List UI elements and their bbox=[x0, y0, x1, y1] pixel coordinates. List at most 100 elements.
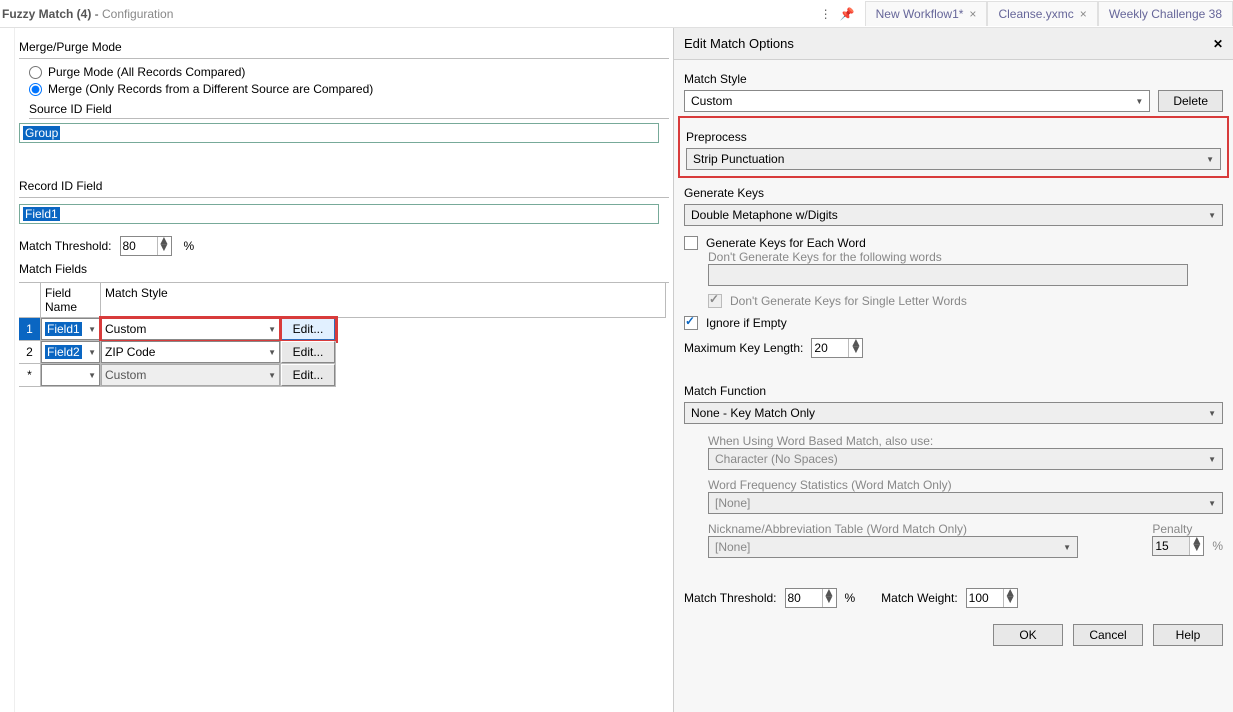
matchstyle-value: Custom bbox=[105, 322, 146, 336]
close-icon[interactable]: × bbox=[969, 7, 976, 21]
col-fieldname: Field Name bbox=[41, 283, 101, 318]
row-num[interactable]: * bbox=[19, 364, 41, 387]
nickname-value: [None] bbox=[715, 540, 750, 554]
col-matchstyle: Match Style bbox=[101, 283, 666, 318]
match-threshold-input[interactable] bbox=[121, 237, 157, 255]
single-letter-label: Don't Generate Keys for Single Letter Wo… bbox=[730, 294, 967, 308]
chevron-down-icon[interactable]: ▼ bbox=[823, 596, 836, 603]
wordfreq-label: Word Frequency Statistics (Word Match On… bbox=[708, 478, 1223, 492]
tool-title: Fuzzy Match (4) bbox=[2, 7, 91, 21]
recordid-label: Record ID Field bbox=[19, 179, 669, 193]
row-num[interactable]: 1 bbox=[19, 318, 41, 341]
chevron-down-icon[interactable]: ▼ bbox=[1135, 97, 1143, 106]
word-based-label: When Using Word Based Match, also use: bbox=[708, 434, 1223, 448]
percent-label: % bbox=[184, 239, 195, 253]
gen-each-word-label: Generate Keys for Each Word bbox=[706, 236, 866, 250]
close-icon[interactable]: ✕ bbox=[1213, 37, 1223, 51]
fieldname-value: Field1 bbox=[45, 322, 82, 336]
matchstyle-combo[interactable]: ZIP Code ▼ bbox=[101, 341, 280, 363]
radio-input[interactable] bbox=[29, 66, 42, 79]
ok-button[interactable]: OK bbox=[993, 624, 1063, 646]
max-key-length-spinner[interactable]: ▲▼ bbox=[811, 338, 863, 358]
chevron-down-icon[interactable]: ▼ bbox=[268, 371, 276, 380]
nickname-label: Nickname/Abbreviation Table (Word Match … bbox=[708, 522, 1144, 536]
chevron-down-icon[interactable]: ▼ bbox=[1208, 409, 1216, 418]
gen-each-word-checkbox[interactable] bbox=[684, 236, 698, 250]
chevron-down-icon: ▼ bbox=[1208, 455, 1216, 464]
penalty-input bbox=[1153, 537, 1189, 555]
match-function-combo[interactable]: None - Key Match Only ▼ bbox=[684, 402, 1223, 424]
workflow-tab[interactable]: New Workflow1* × bbox=[865, 1, 988, 26]
mw-spinner[interactable]: ▲▼ bbox=[966, 588, 1018, 608]
matchstyle-combo[interactable]: Custom ▼ bbox=[101, 318, 280, 340]
percent-label: % bbox=[1212, 539, 1223, 553]
match-threshold-label: Match Threshold: bbox=[19, 239, 112, 253]
sourceid-value: Group bbox=[23, 126, 60, 140]
wordfreq-value: [None] bbox=[715, 496, 750, 510]
row-num[interactable]: 2 bbox=[19, 341, 41, 364]
panel-rail[interactable] bbox=[0, 28, 15, 712]
kebab-icon[interactable]: ⋮ bbox=[820, 7, 832, 21]
match-threshold-spinner[interactable]: ▲▼ bbox=[120, 236, 172, 256]
fieldname-combo[interactable]: ▼ bbox=[41, 364, 100, 386]
matchstyle-combo[interactable]: Custom ▼ bbox=[101, 364, 280, 386]
max-key-length-input[interactable] bbox=[812, 339, 848, 357]
preprocess-value: Strip Punctuation bbox=[693, 152, 784, 166]
match-function-label: Match Function bbox=[684, 384, 1223, 398]
sourceid-label: Source ID Field bbox=[29, 102, 669, 116]
dialog-title: Edit Match Options bbox=[684, 36, 794, 51]
edit-button[interactable]: Edit... bbox=[281, 318, 335, 340]
generate-keys-combo[interactable]: Double Metaphone w/Digits ▼ bbox=[684, 204, 1223, 226]
close-icon[interactable]: × bbox=[1080, 7, 1087, 21]
chevron-down-icon[interactable]: ▼ bbox=[1004, 596, 1017, 603]
radio-input[interactable] bbox=[29, 83, 42, 96]
ignore-empty-checkbox[interactable] bbox=[684, 316, 698, 330]
generate-keys-value: Double Metaphone w/Digits bbox=[691, 208, 838, 222]
mth-input[interactable] bbox=[786, 589, 822, 607]
match-style-combo[interactable]: Custom ▼ bbox=[684, 90, 1150, 112]
workflow-tab[interactable]: Cleanse.yxmc × bbox=[987, 1, 1097, 26]
matchstyle-value: Custom bbox=[105, 368, 146, 382]
radio-label: Purge Mode (All Records Compared) bbox=[48, 65, 245, 79]
chevron-down-icon[interactable]: ▼ bbox=[268, 348, 276, 357]
ignore-empty-label: Ignore if Empty bbox=[706, 316, 787, 330]
cancel-button[interactable]: Cancel bbox=[1073, 624, 1143, 646]
penalty-spinner: ▲▼ bbox=[1152, 536, 1204, 556]
preprocess-combo[interactable]: Strip Punctuation ▼ bbox=[686, 148, 1221, 170]
preprocess-label: Preprocess bbox=[686, 130, 1221, 144]
chevron-down-icon[interactable]: ▼ bbox=[88, 348, 96, 357]
radio-merge[interactable]: Merge (Only Records from a Different Sou… bbox=[29, 82, 669, 96]
word-based-value: Character (No Spaces) bbox=[715, 452, 838, 466]
dont-generate-input bbox=[708, 264, 1188, 286]
matchstyle-value: ZIP Code bbox=[105, 345, 155, 359]
chevron-down-icon: ▼ bbox=[1190, 544, 1203, 551]
nickname-combo: [None]▼ bbox=[708, 536, 1078, 558]
delete-button[interactable]: Delete bbox=[1158, 90, 1223, 112]
chevron-down-icon[interactable]: ▼ bbox=[1208, 211, 1216, 220]
dont-generate-label: Don't Generate Keys for the following wo… bbox=[708, 250, 1223, 264]
workflow-tab[interactable]: Weekly Challenge 38 bbox=[1098, 1, 1233, 26]
help-button[interactable]: Help bbox=[1153, 624, 1223, 646]
match-style-value: Custom bbox=[691, 94, 732, 108]
col-rownum bbox=[19, 283, 41, 318]
chevron-down-icon[interactable]: ▼ bbox=[88, 325, 96, 334]
edit-button[interactable]: Edit... bbox=[281, 364, 335, 386]
chevron-down-icon[interactable]: ▼ bbox=[1206, 155, 1214, 164]
mw-input[interactable] bbox=[967, 589, 1003, 607]
edit-button[interactable]: Edit... bbox=[281, 341, 335, 363]
radio-label: Merge (Only Records from a Different Sou… bbox=[48, 82, 373, 96]
chevron-down-icon[interactable]: ▼ bbox=[88, 371, 96, 380]
fieldname-combo[interactable]: Field2 ▼ bbox=[41, 341, 100, 363]
chevron-down-icon[interactable]: ▼ bbox=[158, 244, 171, 251]
mw-label: Match Weight: bbox=[881, 591, 957, 605]
chevron-down-icon[interactable]: ▼ bbox=[268, 325, 276, 334]
pin-icon[interactable]: 📌 bbox=[840, 7, 855, 21]
fieldname-value: Field2 bbox=[45, 345, 82, 359]
sourceid-combo[interactable]: Group bbox=[19, 123, 659, 143]
chevron-down-icon[interactable]: ▼ bbox=[849, 346, 862, 353]
radio-purge[interactable]: Purge Mode (All Records Compared) bbox=[29, 65, 669, 79]
recordid-combo[interactable]: Field1 bbox=[19, 204, 659, 224]
mth-spinner[interactable]: ▲▼ bbox=[785, 588, 837, 608]
fieldname-combo[interactable]: Field1 ▼ bbox=[41, 318, 100, 340]
match-function-value: None - Key Match Only bbox=[691, 406, 815, 420]
